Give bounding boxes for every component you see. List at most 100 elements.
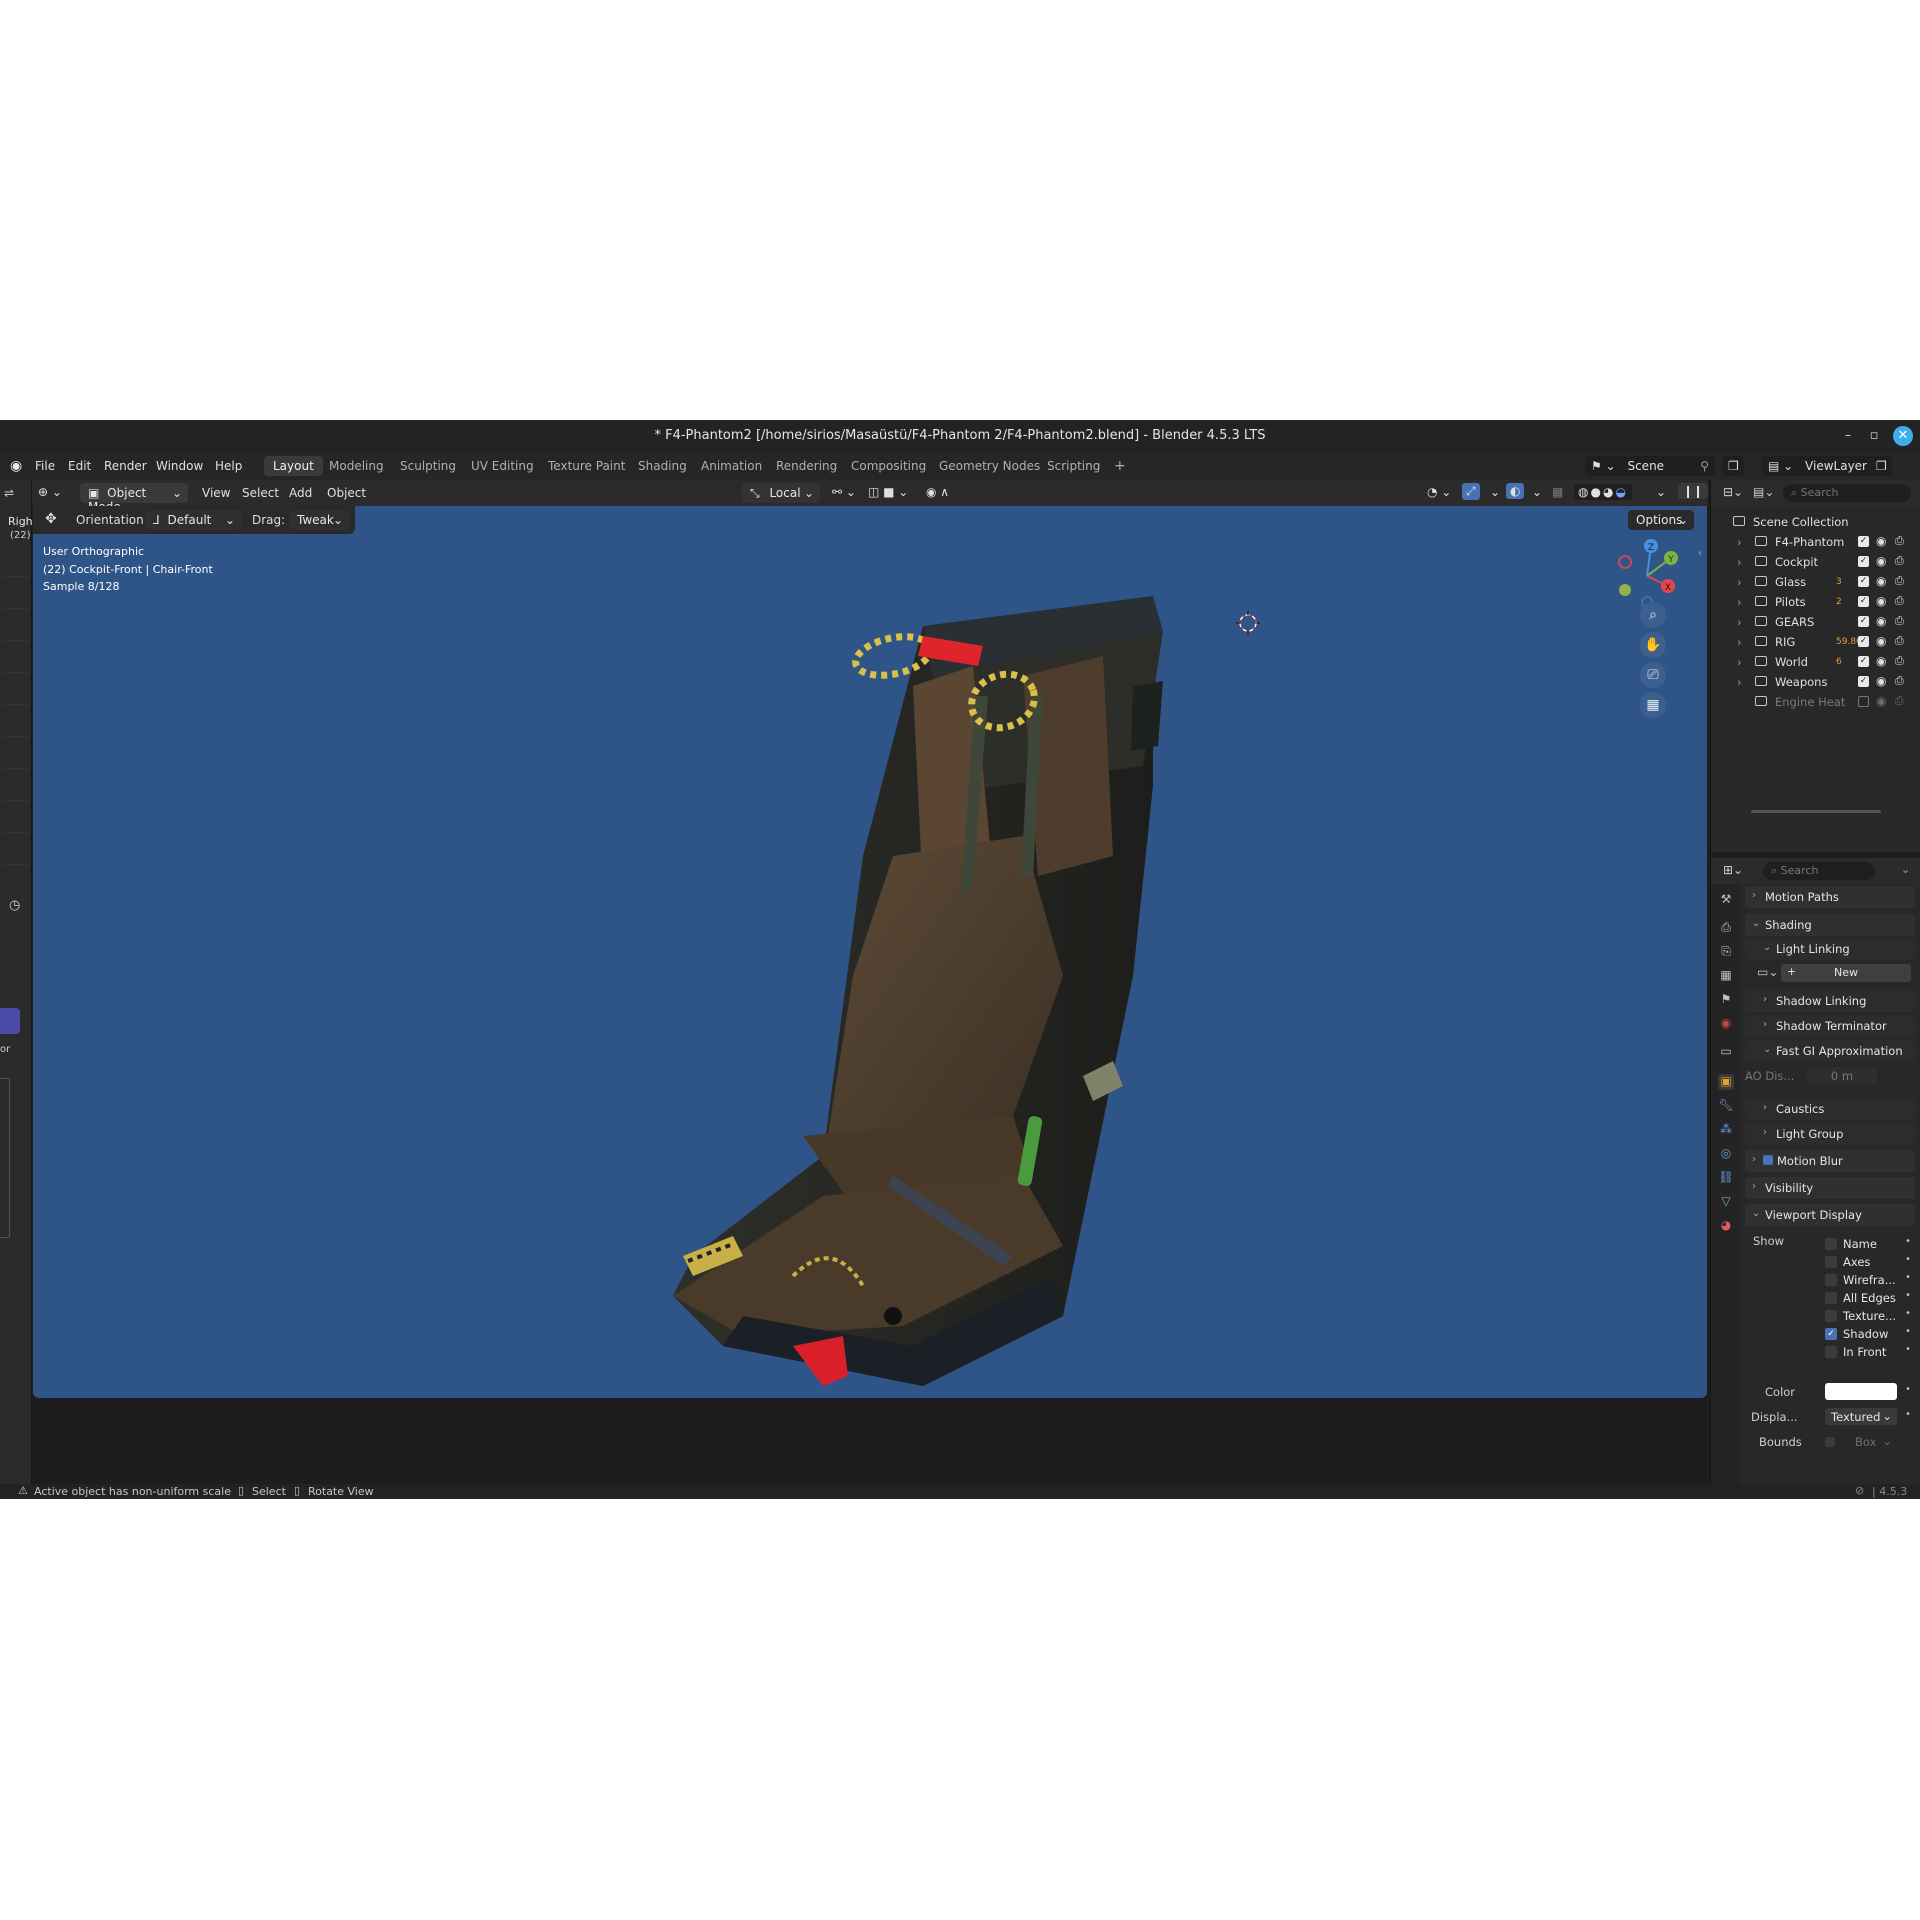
object-tab-icon[interactable]: ▣ [1718,1074,1734,1090]
pause-render-icon[interactable]: ❙❙ [1678,483,1709,499]
chevron-right-icon[interactable]: › [1737,635,1742,649]
material-shading-icon[interactable]: ◕ [1603,485,1615,499]
tab-layout[interactable]: Layout [264,456,323,476]
menu-render[interactable]: Render [104,459,147,473]
show-option-checkbox[interactable] [1825,1346,1837,1358]
particles-tab-icon[interactable]: ⁂ [1718,1122,1734,1138]
blender-logo-icon[interactable]: ◉ [10,458,22,474]
constraints-tab-icon[interactable]: ⛓︎ [1718,1170,1734,1186]
move-tool-icon[interactable]: ✥ [45,511,57,527]
keyframe-dot-icon[interactable]: • [1905,1290,1911,1301]
tab-shading[interactable]: Shading [629,456,696,476]
proportional-edit-icon[interactable]: ◉ ∧ [926,485,949,499]
new-scene-icon[interactable]: ❐ [1722,456,1744,476]
keyframe-dot-icon[interactable]: • [1905,1272,1911,1283]
transform-orientation-selector[interactable]: ⤡ Local ⌄ [742,483,820,503]
camera-icon[interactable]: ⎙ [1895,694,1904,708]
chevron-right-icon[interactable]: › [1737,595,1742,609]
menu-object[interactable]: Object [327,486,366,500]
show-option-row[interactable]: Texture... • [1745,1306,1915,1326]
tab-rendering[interactable]: Rendering [767,456,846,476]
menu-select[interactable]: Select [242,486,279,500]
subpanel-fast-gi[interactable]: ⌄ Fast GI Approximation [1745,1040,1915,1062]
show-option-checkbox[interactable] [1825,1256,1837,1268]
camera-view-icon[interactable]: ⎚ [1640,662,1666,688]
eye-icon[interactable]: ◉ [1876,654,1886,668]
mode-selector[interactable]: ▣ Object Mode ⌄ [80,483,188,514]
eye-icon[interactable]: ◉ [1876,674,1886,688]
eye-icon[interactable]: ◉ [1876,554,1886,568]
pivot-icon[interactable]: ⚯ ⌄ [832,485,856,499]
outliner-item[interactable]: › Glass 3 ✓ ◉ ⎙ [1711,572,1920,592]
outliner-item[interactable]: Engine Heat ◉ ⎙ [1711,692,1920,712]
show-option-checkbox[interactable] [1825,1238,1837,1250]
panel-viewport-display[interactable]: ⌄ Viewport Display [1745,1204,1915,1226]
scene-tab-icon[interactable]: ⚑ [1718,992,1734,1008]
eye-icon[interactable]: ◉ [1876,574,1886,588]
output-tab-icon[interactable]: ⎘ [1718,944,1734,960]
orthographic-grid-icon[interactable]: ▦ [1640,692,1666,718]
view-layer-tab-icon[interactable]: ▦ [1718,968,1734,984]
exclude-checkbox[interactable]: ✓ [1858,596,1869,607]
tab-animation[interactable]: Animation [692,456,771,476]
tab-geometry-nodes[interactable]: Geometry Nodes [930,456,1049,476]
chevron-right-icon[interactable]: › [1737,655,1742,669]
physics-tab-icon[interactable]: ◎ [1718,1146,1734,1162]
outliner-item[interactable]: › Cockpit ✓ ◉ ⎙ [1711,552,1920,572]
pan-hand-icon[interactable]: ✋ [1640,632,1666,658]
minimize-button[interactable]: – [1838,426,1858,446]
overlays-icon[interactable]: ◐ [1506,483,1525,499]
orientation-selector[interactable]: ⅃ Default ⌄ [145,510,241,530]
close-button[interactable]: ✕ [1893,426,1913,446]
show-option-checkbox[interactable]: ✓ [1825,1328,1837,1340]
subpanel-light-linking[interactable]: ⌄ Light Linking [1745,938,1915,960]
gizmo-neg-y[interactable] [1619,584,1631,596]
scene-collection-row[interactable]: Scene Collection [1711,512,1920,532]
show-option-checkbox[interactable] [1825,1310,1837,1322]
exclude-checkbox[interactable]: ✓ [1858,536,1869,547]
keyframe-dot-icon[interactable]: • [1905,1409,1911,1420]
show-option-row[interactable]: Wirefra... • [1745,1270,1915,1290]
display-as-dropdown[interactable]: Textured ⌄ [1825,1408,1897,1425]
subpanel-caustics[interactable]: › Caustics [1745,1098,1915,1120]
bounds-type-dropdown[interactable]: Box ⌄ [1841,1433,1897,1450]
world-tab-icon[interactable]: ◉ [1718,1016,1734,1032]
data-tab-icon[interactable]: ▽ [1718,1194,1734,1210]
color-swatch[interactable] [1825,1383,1897,1400]
exclude-checkbox[interactable]: ✓ [1858,676,1869,687]
chevron-down-icon[interactable]: ⌄ [1532,485,1542,499]
menu-help[interactable]: Help [215,459,242,473]
modifier-tab-icon[interactable]: 🔧︎ [1718,1098,1734,1114]
scene-selector[interactable]: ⚑ ⌄ Scene ⚲ [1585,456,1715,476]
camera-icon[interactable]: ⎙ [1895,634,1904,648]
tab-modeling[interactable]: Modeling [320,456,393,476]
eye-icon[interactable]: ◉ [1876,694,1886,708]
eye-icon[interactable]: ◉ [1876,634,1886,648]
tool-tab-icon[interactable]: ⚒ [1718,892,1734,908]
chevron-down-icon[interactable]: ⌄ [1490,485,1500,499]
new-collection-button[interactable]: + New [1781,964,1911,982]
outliner-item[interactable]: › RIG 59.86 ✓ ◉ ⎙ [1711,632,1920,652]
wireframe-shading-icon[interactable]: ◍ [1578,485,1590,499]
add-workspace-icon[interactable]: + [1105,455,1135,475]
zoom-icon[interactable]: ⌕ [1640,602,1666,628]
subpanel-light-group[interactable]: › Light Group [1745,1123,1915,1145]
tab-scripting[interactable]: Scripting [1038,456,1109,476]
gizmo-neg-x[interactable] [1618,555,1632,569]
subpanel-shadow-terminator[interactable]: › Shadow Terminator [1745,1015,1915,1037]
3d-viewport[interactable]: ✥ Orientation: ⅃ Default ⌄ Drag: Tweak ⌄… [33,506,1707,1398]
exclude-checkbox[interactable]: ✓ [1858,556,1869,567]
render-tab-icon[interactable]: ⎙ [1718,920,1734,936]
visibility-icon[interactable]: ◔ ⌄ [1427,485,1451,499]
outliner-item[interactable]: › Weapons ✓ ◉ ⎙ [1711,672,1920,692]
properties-search-input[interactable]: ⌕ Search [1763,862,1875,880]
options-dropdown[interactable]: Options ⌄ [1628,510,1694,530]
editor-type-icon[interactable]: ⇌ [4,486,14,500]
gizmo-toggle-icon[interactable]: ⤢ [1462,483,1480,500]
panel-motion-blur[interactable]: › Motion Blur [1745,1150,1915,1172]
outliner-item[interactable]: › F4-Phantom ✓ ◉ ⎙ [1711,532,1920,552]
exclude-checkbox[interactable]: ✓ [1858,616,1869,627]
keyframe-dot-icon[interactable]: • [1905,1326,1911,1337]
collection-browse-icon[interactable]: ▭⌄ [1757,965,1778,979]
outliner-item[interactable]: › Pilots 2 ✓ ◉ ⎙ [1711,592,1920,612]
